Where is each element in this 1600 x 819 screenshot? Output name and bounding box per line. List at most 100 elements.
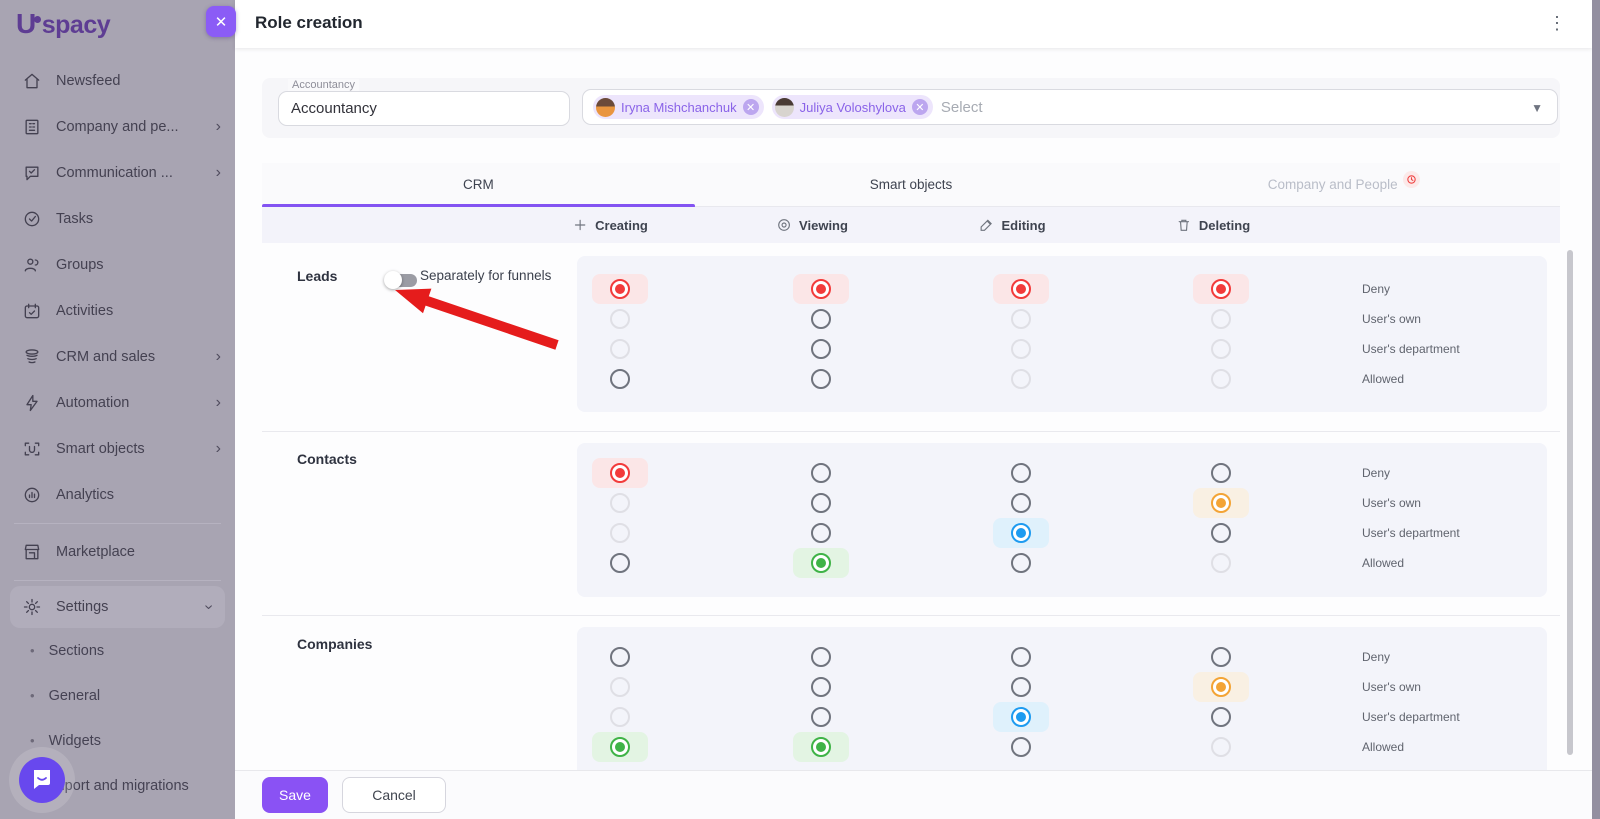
sidebar-item-activities[interactable]: Activities	[0, 288, 235, 334]
dropdown-caret-icon[interactable]: ▼	[1531, 101, 1543, 115]
close-drawer-button[interactable]: ✕	[206, 6, 236, 37]
radio-column	[1193, 256, 1249, 394]
tab-smart-objects[interactable]: Smart objects	[695, 163, 1128, 206]
vertical-scrollbar[interactable]	[1567, 250, 1573, 755]
remove-member-icon[interactable]: ✕	[743, 99, 759, 115]
permission-radio[interactable]	[811, 369, 831, 389]
permission-radio[interactable]	[1011, 463, 1031, 483]
radio-column	[592, 627, 648, 762]
permission-radio[interactable]	[1011, 737, 1031, 757]
permission-radio[interactable]	[1011, 677, 1031, 697]
permission-radio[interactable]	[1011, 279, 1031, 299]
permission-radio[interactable]	[610, 339, 630, 359]
permission-radio[interactable]	[1011, 523, 1031, 543]
permission-radio[interactable]	[610, 677, 630, 697]
permission-radio[interactable]	[811, 339, 831, 359]
bullet-icon: •	[30, 643, 35, 658]
permission-radio[interactable]	[811, 523, 831, 543]
sidebar-subitem-general[interactable]: •General	[0, 673, 235, 718]
permission-radio[interactable]	[610, 737, 630, 757]
permission-radio[interactable]	[1011, 369, 1031, 389]
permission-radio[interactable]	[1211, 463, 1231, 483]
people-icon	[22, 255, 42, 275]
permission-block	[577, 443, 1547, 597]
permission-radio[interactable]	[610, 523, 630, 543]
cancel-button[interactable]: Cancel	[342, 777, 446, 813]
permission-radio[interactable]	[811, 737, 831, 757]
permission-radio[interactable]	[1211, 279, 1231, 299]
permission-radio[interactable]	[610, 279, 630, 299]
permission-radio[interactable]	[1211, 369, 1231, 389]
permission-radio[interactable]	[1211, 647, 1231, 667]
sidebar-nav: Newsfeed Company and pe... › Communicati…	[0, 58, 235, 808]
permission-radio[interactable]	[610, 493, 630, 513]
permission-radio[interactable]	[1011, 647, 1031, 667]
row-label-leads: Leads	[297, 268, 337, 284]
permission-radio[interactable]	[610, 463, 630, 483]
permission-radio[interactable]	[610, 369, 630, 389]
sidebar-item-groups[interactable]: Groups	[0, 242, 235, 288]
sidebar-subitem-sections[interactable]: •Sections	[0, 628, 235, 673]
permission-radio[interactable]	[811, 677, 831, 697]
permission-radio[interactable]	[811, 493, 831, 513]
sidebar-subitem-widgets[interactable]: •Widgets	[0, 718, 235, 763]
sidebar-item-company-and-people[interactable]: Company and pe... ›	[0, 104, 235, 150]
calendar-icon	[22, 301, 42, 321]
permission-radio[interactable]	[811, 463, 831, 483]
permission-radio[interactable]	[1211, 553, 1231, 573]
bullet-icon: •	[30, 733, 35, 748]
trash-icon	[1176, 217, 1192, 233]
sidebar-item-smart-objects[interactable]: Smart objects ›	[0, 426, 235, 472]
permission-block	[577, 627, 1547, 777]
sidebar-item-marketplace[interactable]: Marketplace	[0, 529, 235, 575]
chat-bubble-icon	[30, 766, 54, 795]
eye-icon	[776, 217, 792, 233]
sidebar-item-automation[interactable]: Automation ›	[0, 380, 235, 426]
sidebar-item-settings[interactable]: Settings ›	[10, 586, 225, 628]
permission-block	[577, 256, 1547, 412]
permission-radio[interactable]	[1211, 707, 1231, 727]
tab-crm[interactable]: CRM	[262, 163, 695, 206]
remove-member-icon[interactable]: ✕	[912, 99, 928, 115]
permission-tabs: CRM Smart objects Company and People	[262, 163, 1560, 207]
permission-radio[interactable]	[610, 707, 630, 727]
sidebar-item-analytics[interactable]: Analytics	[0, 472, 235, 518]
permission-radio[interactable]	[811, 279, 831, 299]
member-chip: Iryna Mishchanchuk ✕	[593, 95, 764, 119]
permission-columns-header: Creating Viewing Editing Deleting	[262, 207, 1560, 243]
sidebar-item-newsfeed[interactable]: Newsfeed	[0, 58, 235, 104]
permission-radio[interactable]	[1211, 677, 1231, 697]
permission-radio[interactable]	[1211, 309, 1231, 329]
permission-radio[interactable]	[811, 707, 831, 727]
chevron-right-icon: ›	[216, 440, 221, 458]
option-label: User's department	[1362, 526, 1460, 540]
permission-radio[interactable]	[610, 647, 630, 667]
permission-radio[interactable]	[1211, 523, 1231, 543]
permission-radio[interactable]	[1211, 493, 1231, 513]
permission-radio[interactable]	[1011, 493, 1031, 513]
sidebar-item-tasks[interactable]: Tasks	[0, 196, 235, 242]
uspacy-logo: Uspacy	[16, 8, 110, 40]
permission-radio[interactable]	[811, 553, 831, 573]
permission-radio[interactable]	[811, 647, 831, 667]
permission-radio[interactable]	[811, 309, 831, 329]
permission-radio[interactable]	[1011, 707, 1031, 727]
option-label: Deny	[1362, 282, 1390, 296]
kebab-menu-icon[interactable]: ⋮	[1548, 11, 1566, 35]
permission-radio[interactable]	[610, 553, 630, 573]
permission-radio[interactable]	[1211, 737, 1231, 757]
role-name-input[interactable]	[278, 91, 570, 126]
members-select[interactable]: Iryna Mishchanchuk ✕ Juliya Voloshylova …	[582, 89, 1558, 125]
permission-radio[interactable]	[1011, 553, 1031, 573]
sidebar-item-communication[interactable]: Communication ... ›	[0, 150, 235, 196]
radio-column	[592, 256, 648, 394]
permission-radio[interactable]	[610, 309, 630, 329]
permission-radio[interactable]	[1011, 339, 1031, 359]
separately-for-funnels-toggle[interactable]	[384, 270, 422, 290]
chat-widget-button[interactable]	[19, 757, 65, 803]
permission-radio[interactable]	[1211, 339, 1231, 359]
sidebar-item-crm-and-sales[interactable]: CRM and sales ›	[0, 334, 235, 380]
tab-company-and-people[interactable]: Company and People	[1127, 163, 1560, 206]
permission-radio[interactable]	[1011, 309, 1031, 329]
save-button[interactable]: Save	[262, 777, 328, 813]
